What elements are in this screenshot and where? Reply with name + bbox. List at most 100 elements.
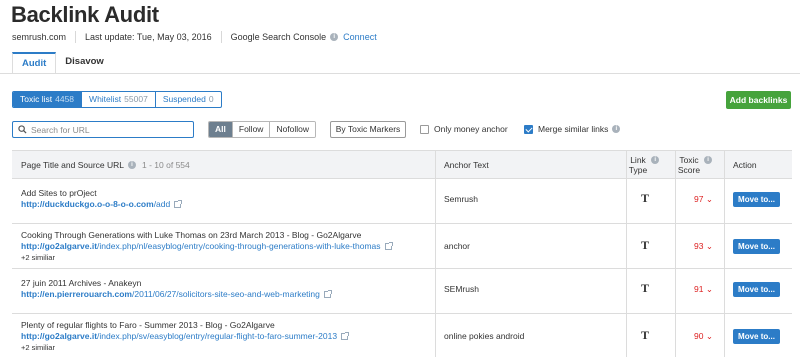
text-link-icon: T — [641, 238, 650, 252]
chevron-down-icon: ⌄ — [705, 241, 713, 251]
score-value: 91 — [694, 284, 704, 294]
url-domain[interactable]: http://duckduckgo.o-o-8-o-o.com — [21, 199, 154, 209]
external-link-icon[interactable] — [341, 332, 350, 341]
gsc-label: Google Search Console — [230, 32, 327, 42]
filter-all[interactable]: All — [209, 122, 232, 137]
search-box — [12, 121, 194, 138]
col-page-header[interactable]: Page Title and Source URL i 1 - 10 of 55… — [21, 151, 190, 178]
move-to-button[interactable]: Move to... — [733, 329, 780, 344]
similar-links[interactable]: +2 similiar — [21, 253, 55, 262]
url-path[interactable]: /index.php/nl/easyblog/entry/cooking-thr… — [97, 241, 381, 251]
filter-follow[interactable]: Follow — [231, 122, 270, 137]
col-toxic-header[interactable]: Toxic Score i — [675, 151, 715, 178]
row-anchor: online pokies android — [444, 331, 525, 341]
info-icon[interactable]: i — [612, 125, 621, 133]
text-link-icon: T — [641, 191, 650, 205]
url-path[interactable]: /add — [154, 199, 171, 209]
toxic-list-label: Toxic list — [20, 94, 53, 104]
row-url[interactable]: http://go2algarve.it/index.php/sv/easybl… — [21, 331, 350, 341]
search-input[interactable] — [31, 124, 181, 135]
chevron-down-icon: ⌄ — [705, 194, 713, 204]
row-title: Add Sites to prOject — [21, 188, 97, 198]
info-icon[interactable]: i — [651, 156, 660, 164]
toxic-score[interactable]: 90 ⌄ — [694, 331, 713, 342]
toxic-list-button[interactable]: Toxic list 4458 — [13, 92, 82, 107]
col-link-type-label: Type — [628, 164, 648, 175]
backlinks-table: Page Title and Source URL i 1 - 10 of 55… — [12, 150, 792, 357]
checkbox-box[interactable] — [524, 124, 533, 134]
similar-links[interactable]: +2 similiar — [21, 343, 55, 352]
col-link-type-header[interactable]: Link Type i — [626, 151, 662, 178]
suspended-button[interactable]: Suspended 0 — [154, 92, 221, 107]
divider — [220, 31, 222, 43]
col-action-header: Action — [733, 159, 757, 170]
page-title: Backlink Audit — [11, 2, 159, 27]
divider — [75, 31, 77, 43]
add-backlinks-button[interactable]: Add backlinks — [726, 91, 791, 109]
only-money-anchor-checkbox[interactable]: Only money anchor — [420, 124, 508, 134]
toxic-list-count: 4458 — [55, 94, 75, 104]
chevron-down-icon: ⌄ — [705, 284, 713, 294]
external-link-icon[interactable] — [323, 290, 332, 299]
whitelist-button[interactable]: Whitelist 55007 — [81, 92, 155, 107]
info-icon[interactable]: i — [704, 156, 713, 164]
tab-audit[interactable]: Audit — [12, 52, 57, 74]
toxic-score[interactable]: 91 ⌄ — [694, 284, 713, 295]
toxic-markers-button[interactable]: By Toxic Markers — [330, 121, 406, 138]
external-link-icon[interactable] — [174, 200, 183, 209]
page-meta: semrush.com Last update: Tue, May 03, 20… — [12, 31, 377, 43]
row-title: Cooking Through Generations with Luke Th… — [21, 230, 362, 240]
whitelist-label: Whitelist — [89, 94, 122, 104]
row-url[interactable]: http://duckduckgo.o-o-8-o-o.com/add — [21, 199, 183, 209]
checkbox-box[interactable] — [420, 124, 429, 134]
score-value: 90 — [694, 331, 704, 341]
col-toxic-label: Score — [677, 164, 701, 175]
move-to-button[interactable]: Move to... — [733, 192, 780, 207]
external-link-icon[interactable] — [384, 242, 393, 251]
checkbox-label: Only money anchor — [434, 124, 508, 134]
last-update: Last update: Tue, May 03, 2016 — [85, 32, 212, 42]
checkbox-label: Merge similar links — [538, 124, 609, 134]
url-path[interactable]: /index.php/sv/easyblog/entry/regular-fli… — [97, 331, 337, 341]
toxic-score[interactable]: 97 ⌄ — [694, 194, 713, 205]
list-switcher: Toxic list 4458 Whitelist 55007 Suspended 0 — [12, 91, 222, 108]
table-row: Plenty of regular flights to Faro - Summ… — [12, 314, 792, 357]
row-anchor: Semrush — [444, 194, 479, 204]
follow-filter: All Follow Nofollow — [208, 121, 317, 138]
url-path[interactable]: /2011/06/27/solicitors-site-seo-and-web-… — [132, 289, 320, 299]
col-link-type-label: Link — [630, 154, 646, 165]
url-domain[interactable]: http://go2algarve.it — [21, 331, 97, 341]
suspended-count: 0 — [208, 94, 214, 104]
row-anchor: anchor — [444, 241, 470, 251]
suspended-label: Suspended — [162, 94, 206, 104]
tabs-divider — [0, 73, 800, 74]
col-page-label: Page Title and Source URL — [21, 159, 125, 170]
range-label: 1 - 10 of 554 — [142, 159, 190, 170]
row-url[interactable]: http://go2algarve.it/index.php/nl/easybl… — [21, 241, 393, 251]
move-to-button[interactable]: Move to... — [733, 239, 780, 254]
move-to-button[interactable]: Move to... — [733, 282, 780, 297]
info-icon[interactable]: i — [330, 33, 339, 41]
col-anchor-header[interactable]: Anchor Text — [444, 151, 489, 178]
connect-link[interactable]: Connect — [343, 32, 377, 42]
url-domain[interactable]: http://go2algarve.it — [21, 241, 97, 251]
domain-label: semrush.com — [12, 32, 67, 42]
search-icon — [18, 125, 27, 134]
url-domain[interactable]: http://en.pierrerouarch.com — [21, 289, 132, 299]
table-row: Cooking Through Generations with Luke Th… — [12, 224, 792, 269]
col-toxic-label: Toxic — [679, 154, 699, 165]
toxic-score[interactable]: 93 ⌄ — [694, 241, 713, 252]
filter-nofollow[interactable]: Nofollow — [269, 122, 316, 137]
info-icon[interactable]: i — [128, 160, 137, 169]
merge-similar-checkbox[interactable]: Merge similar links i — [524, 124, 621, 134]
whitelist-count: 55007 — [124, 94, 148, 104]
table-row: 27 juin 2011 Archives - Anakeyn http://e… — [12, 269, 792, 314]
row-anchor: SEMrush — [444, 284, 479, 294]
text-link-icon: T — [641, 328, 650, 342]
table-row: Add Sites to prOject http://duckduckgo.o… — [12, 179, 792, 224]
text-link-icon: T — [641, 281, 650, 295]
score-value: 97 — [694, 194, 704, 204]
tab-disavow[interactable]: Disavow — [56, 52, 113, 74]
chevron-down-icon: ⌄ — [705, 331, 713, 341]
row-url[interactable]: http://en.pierrerouarch.com/2011/06/27/s… — [21, 289, 332, 299]
